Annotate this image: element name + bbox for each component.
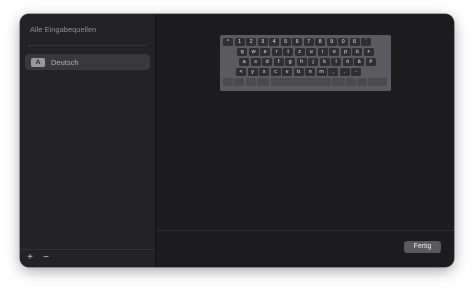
keyboard-modifier-key [332,77,345,87]
keyboard-key: r [271,47,282,57]
keyboard-key: ö [342,57,353,67]
keyboard-key: < [236,67,247,77]
keyboard-key: 4 [269,37,280,46]
keyboard-key: w [248,47,259,57]
keyboard-modifier-key [368,77,388,87]
keyboard-key: q [237,47,248,57]
remove-source-button[interactable]: − [40,252,52,264]
keyboard-key: ä [354,57,365,67]
keyboard-key: 3 [257,37,268,46]
keyboard-key: n [305,67,316,77]
source-label: Deutsch [51,57,79,67]
keyboard-modifier-key [357,77,368,87]
keyboard-key: + [363,47,374,57]
keyboard-key: ^ [223,37,234,46]
input-sources-window: Alle Eingabequellen A Deutsch + − ^ 1 2 3 4 5… [20,14,454,267]
keyboard-modifier-key [234,77,245,87]
keyboard-key: s [250,57,261,67]
sidebar: Alle Eingabequellen A Deutsch + − [20,14,156,267]
keyboard-key: c [270,67,281,77]
keyboard-key: 2 [246,37,257,46]
keyboard-modifier-key [223,77,233,87]
keyboard-key: 9 [326,37,337,46]
keyboard-modifier-key [256,77,270,87]
sidebar-title: Alle Eingabequellen [30,25,97,34]
keyboard-key: z [294,47,305,57]
keyboard-key: e [260,47,271,57]
add-source-button[interactable]: + [24,252,36,264]
main-pane: ^ 1 2 3 4 5 6 7 8 9 0 ß ´ q w e r t z u i o p ü + a s d f g h j k l ö ä # < y x… [156,14,454,267]
keyboard-key: g [285,57,296,67]
keyboard-key: ü [352,47,363,57]
keyboard-key: k [319,57,330,67]
footer-divider [156,230,454,231]
keyboard-key: 1 [234,37,245,46]
keyboard-key: ß [349,37,360,46]
keyboard-key: u [306,47,317,57]
keyboard-key: m [316,67,327,77]
keyboard-key: 7 [303,37,314,46]
done-button[interactable]: Fertig [404,241,441,253]
keyboard-key: h [296,57,307,67]
keyboard-key: t [283,47,294,57]
keyboard-key: x [259,67,270,77]
keyboard-space-key [270,77,331,87]
source-item-deutsch[interactable]: A Deutsch [25,54,150,70]
keyboard-key: d [262,57,273,67]
keyboard-key: - [351,67,362,77]
keyboard-key: . [339,67,350,77]
keyboard-key: 8 [315,37,326,46]
keyboard-key: f [273,57,284,67]
keyboard-key: o [329,47,340,57]
keyboard-preview: ^ 1 2 3 4 5 6 7 8 9 0 ß ´ q w e r t z u i o p ü + a s d f g h j k l ö ä # < y x… [220,35,391,91]
keyboard-key: l [331,57,342,67]
keyboard-key: p [340,47,351,57]
sidebar-divider [28,45,146,46]
keyboard-key: j [308,57,319,67]
keyboard-key: , [328,67,339,77]
keyboard-key: 5 [280,37,291,46]
keyboard-key: y [247,67,258,77]
keyboard-key: ´ [361,37,372,46]
keyboard-key: # [365,57,376,67]
keyboard-key: 0 [338,37,349,46]
keyboard-key: v [282,67,293,77]
keyboard-key: a [239,57,250,67]
sidebar-footer: + − [20,249,155,267]
keyboard-modifier-key [245,77,256,87]
source-badge-icon: A [31,57,45,67]
keyboard-key: 6 [292,37,303,46]
keyboard-key: b [293,67,304,77]
keyboard-modifier-key [345,77,356,87]
keyboard-key: i [317,47,328,57]
